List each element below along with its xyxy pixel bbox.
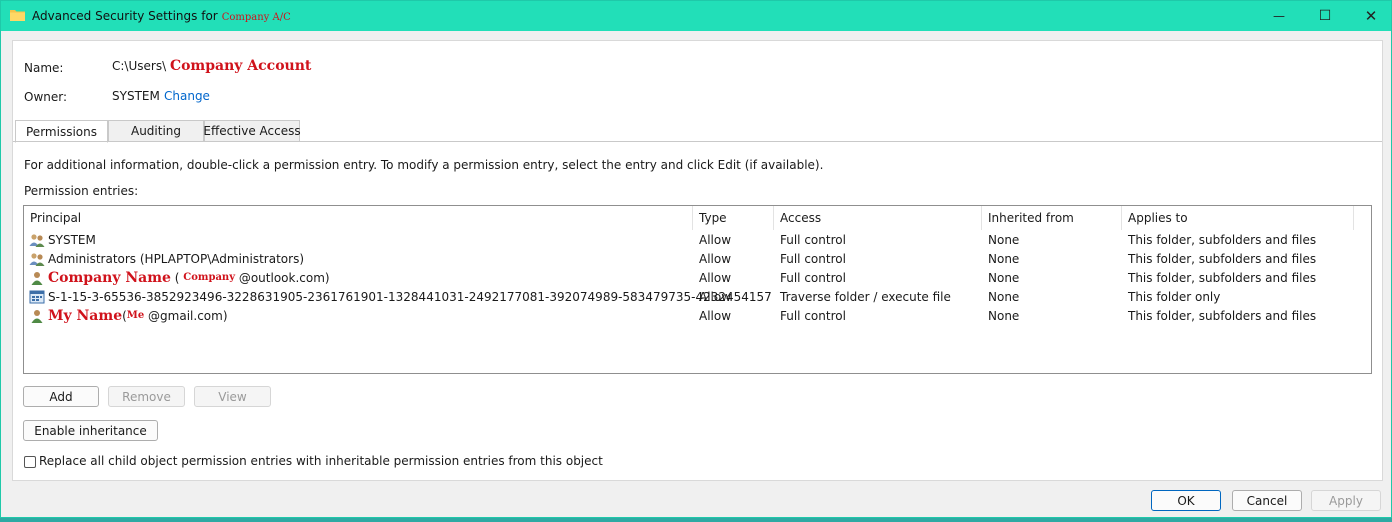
principal-email-suffix: @outlook.com)	[235, 270, 330, 285]
type-cell: Allow	[699, 308, 732, 323]
principal-email-suffix: @gmail.com)	[144, 308, 228, 323]
inherited-cell: None	[988, 270, 1020, 285]
minimize-icon: —	[1273, 9, 1285, 23]
window-title: Advanced Security Settings for Company A/…	[32, 9, 291, 23]
table-row[interactable]: SYSTEM Allow Full control None This fold…	[24, 230, 1371, 249]
tab-auditing[interactable]: Auditing	[108, 120, 204, 142]
access-cell: Full control	[780, 251, 846, 266]
main-panel: Name: C:\Users\ Company Account Owner: S…	[12, 40, 1383, 481]
tab-permissions[interactable]: Permissions	[15, 120, 108, 143]
access-cell: Full control	[780, 232, 846, 247]
principal-name: Administrators (HPLAPTOP\Administrators)	[48, 251, 305, 266]
principal-cell: S-1-15-3-65536-3852923496-3228631905-236…	[29, 287, 772, 306]
permission-entries-label: Permission entries:	[24, 184, 139, 198]
user-icon	[31, 309, 43, 323]
change-owner-link[interactable]: Change	[164, 89, 210, 103]
cancel-button[interactable]: Cancel	[1232, 490, 1302, 511]
replace-child-permissions-label: Replace all child object permission entr…	[39, 454, 603, 468]
instructions-text: For additional information, double-click…	[24, 158, 824, 172]
applies-cell: This folder, subfolders and files	[1128, 308, 1317, 323]
add-button[interactable]: Add	[23, 386, 99, 407]
maximize-button[interactable]: ☐	[1302, 1, 1348, 31]
close-icon: ✕	[1364, 7, 1378, 25]
type-cell: Allow	[699, 270, 732, 285]
principal-name: SYSTEM	[48, 232, 96, 247]
column-header-type[interactable]: Type	[693, 206, 774, 230]
access-cell: Full control	[780, 270, 846, 285]
principal-email-redacted: Me	[126, 310, 145, 321]
group-icon	[29, 233, 45, 247]
principal-name: S-1-15-3-65536-3852923496-3228631905-236…	[48, 289, 772, 304]
desktop-background-strip	[0, 518, 1392, 522]
window-title-redacted: Company A/C	[221, 12, 291, 23]
security-settings-window: Advanced Security Settings for Company A/…	[0, 0, 1392, 518]
remove-button[interactable]: Remove	[108, 386, 185, 407]
close-button[interactable]: ✕	[1348, 1, 1392, 31]
user-icon	[31, 271, 43, 285]
permission-entries-list[interactable]: Principal Type Access Inherited from App…	[23, 205, 1372, 374]
principal-name-redacted: My Name	[48, 307, 123, 324]
app-package-icon	[29, 290, 45, 303]
column-header-principal[interactable]: Principal	[24, 206, 693, 230]
inherited-cell: None	[988, 289, 1020, 304]
access-cell: Full control	[780, 308, 846, 323]
name-path-prefix: C:\Users\	[112, 59, 167, 73]
title-bar[interactable]: Advanced Security Settings for Company A/…	[1, 1, 1391, 31]
name-label: Name:	[24, 61, 64, 75]
type-cell: Allow	[699, 251, 732, 266]
window-title-text: Advanced Security Settings for	[32, 9, 218, 23]
principal-email-redacted: Company	[183, 272, 236, 283]
applies-cell: This folder, subfolders and files	[1128, 232, 1317, 247]
apply-button[interactable]: Apply	[1311, 490, 1381, 511]
principal-cell: Company Name ( Company @outlook.com)	[29, 268, 330, 287]
tab-effective-access[interactable]: Effective Access	[203, 120, 301, 142]
type-cell: Allow	[699, 289, 732, 304]
inherited-cell: None	[988, 308, 1020, 323]
group-icon	[29, 252, 45, 266]
table-row[interactable]: My Name ( Me @gmail.com) Allow Full cont…	[24, 306, 1371, 325]
inherited-cell: None	[988, 251, 1020, 266]
replace-child-permissions-checkbox[interactable]	[24, 456, 36, 468]
inherited-cell: None	[988, 232, 1020, 247]
principal-cell: SYSTEM	[29, 230, 96, 249]
column-header-inherited-from[interactable]: Inherited from	[982, 206, 1122, 230]
access-cell: Traverse folder / execute file	[780, 289, 951, 304]
table-row[interactable]: Administrators (HPLAPTOP\Administrators)…	[24, 249, 1371, 268]
folder-icon	[10, 10, 25, 21]
tab-divider	[13, 141, 1382, 142]
maximize-icon: ☐	[1318, 8, 1332, 24]
view-button[interactable]: View	[194, 386, 271, 407]
applies-cell: This folder, subfolders and files	[1128, 251, 1317, 266]
table-row[interactable]: S-1-15-3-65536-3852923496-3228631905-236…	[24, 287, 1371, 306]
principal-name-redacted: Company Name	[48, 269, 171, 286]
column-header-access[interactable]: Access	[774, 206, 982, 230]
table-row[interactable]: Company Name ( Company @outlook.com) All…	[24, 268, 1371, 287]
principal-cell: Administrators (HPLAPTOP\Administrators)	[29, 249, 304, 268]
type-cell: Allow	[699, 232, 732, 247]
owner-label: Owner:	[24, 90, 68, 104]
applies-cell: This folder only	[1128, 289, 1221, 304]
name-value: C:\Users\ Company Account	[112, 58, 311, 74]
enable-inheritance-button[interactable]: Enable inheritance	[23, 420, 158, 441]
column-header-applies-to[interactable]: Applies to	[1122, 206, 1354, 230]
principal-cell: My Name ( Me @gmail.com)	[29, 306, 228, 325]
name-redacted: Company Account	[169, 58, 312, 74]
ok-button[interactable]: OK	[1151, 490, 1221, 511]
applies-cell: This folder, subfolders and files	[1128, 270, 1317, 285]
principal-name-separator: (	[170, 270, 184, 285]
minimize-button[interactable]: —	[1256, 1, 1302, 31]
owner-value: SYSTEM	[112, 89, 160, 103]
